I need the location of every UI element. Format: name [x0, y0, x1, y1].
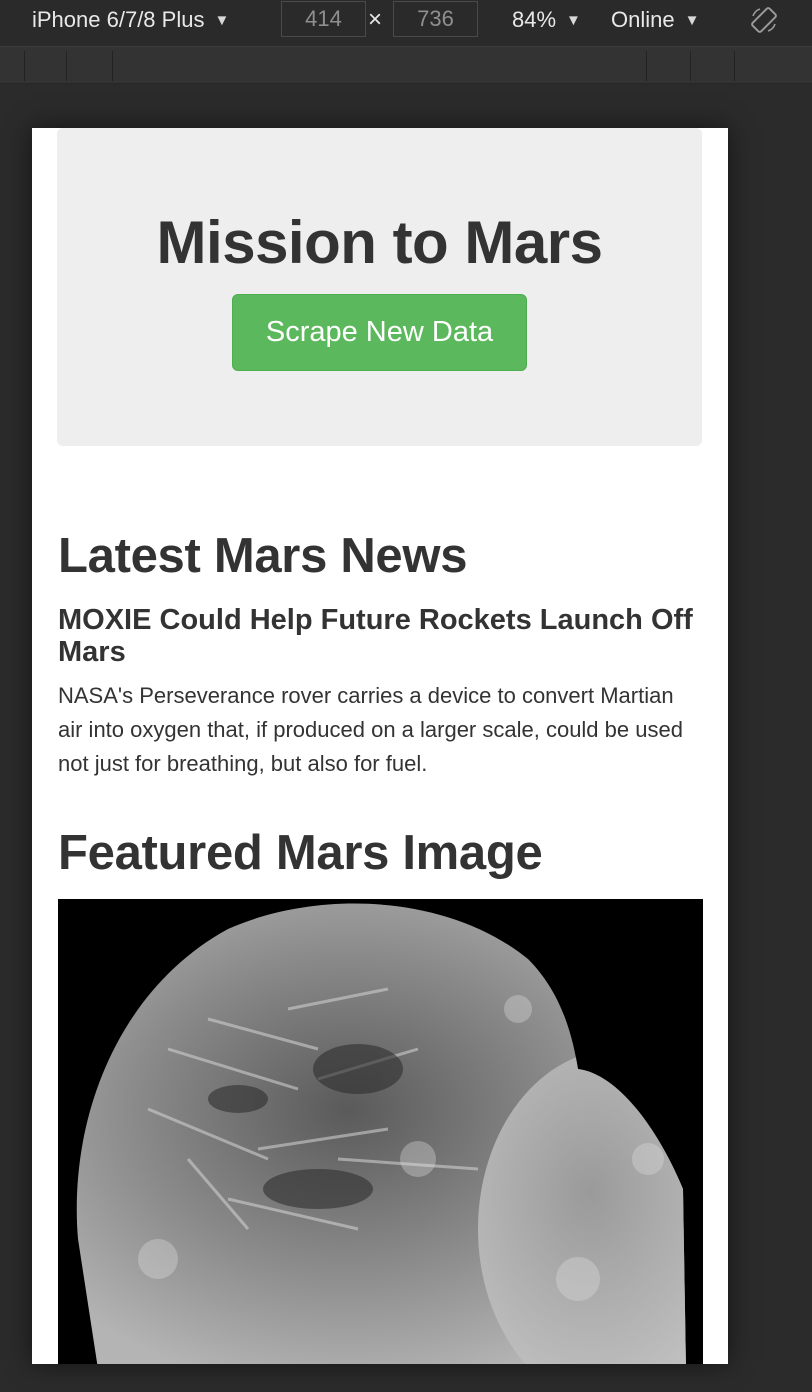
zoom-value: 84% [512, 7, 557, 32]
devtools-device-toolbar: iPhone 6/7/8 Plus ▼ 414 × 736 84% ▼ Onli… [0, 0, 812, 47]
throttle-value: Online [611, 7, 675, 32]
ruler-divider [646, 51, 647, 81]
ruler-divider [66, 51, 67, 81]
chevron-down-icon: ▼ [566, 11, 581, 29]
ruler-divider [734, 51, 735, 81]
featured-image-heading: Featured Mars Image [58, 826, 543, 880]
featured-mars-image [58, 899, 703, 1364]
media-query-ruler [0, 47, 812, 84]
rotate-icon[interactable] [749, 5, 779, 35]
throttle-select[interactable]: Online ▼ [611, 0, 699, 40]
news-heading: Latest Mars News [58, 529, 468, 583]
news-paragraph: NASA's Perseverance rover carries a devi… [58, 683, 683, 776]
device-select[interactable]: iPhone 6/7/8 Plus ▼ [32, 0, 229, 40]
chevron-down-icon: ▼ [684, 11, 700, 29]
ruler-divider [24, 51, 25, 81]
width-input[interactable]: 414 [281, 1, 366, 37]
ruler-divider [690, 51, 691, 81]
device-viewport: Mission to Mars Scrape New Data Latest M… [32, 128, 728, 1364]
device-name: iPhone 6/7/8 Plus [32, 7, 205, 32]
news-title: MOXIE Could Help Future Rockets Launch O… [58, 604, 693, 668]
times-icon: × [368, 6, 383, 33]
height-input[interactable]: 736 [393, 1, 478, 37]
ruler-divider [112, 51, 113, 81]
chevron-down-icon: ▼ [214, 11, 230, 29]
scrape-new-data-button[interactable]: Scrape New Data [232, 294, 527, 371]
page-title: Mission to Mars [156, 209, 603, 276]
hero-banner: Mission to Mars Scrape New Data [57, 128, 702, 446]
zoom-select[interactable]: 84% ▼ [512, 0, 581, 40]
